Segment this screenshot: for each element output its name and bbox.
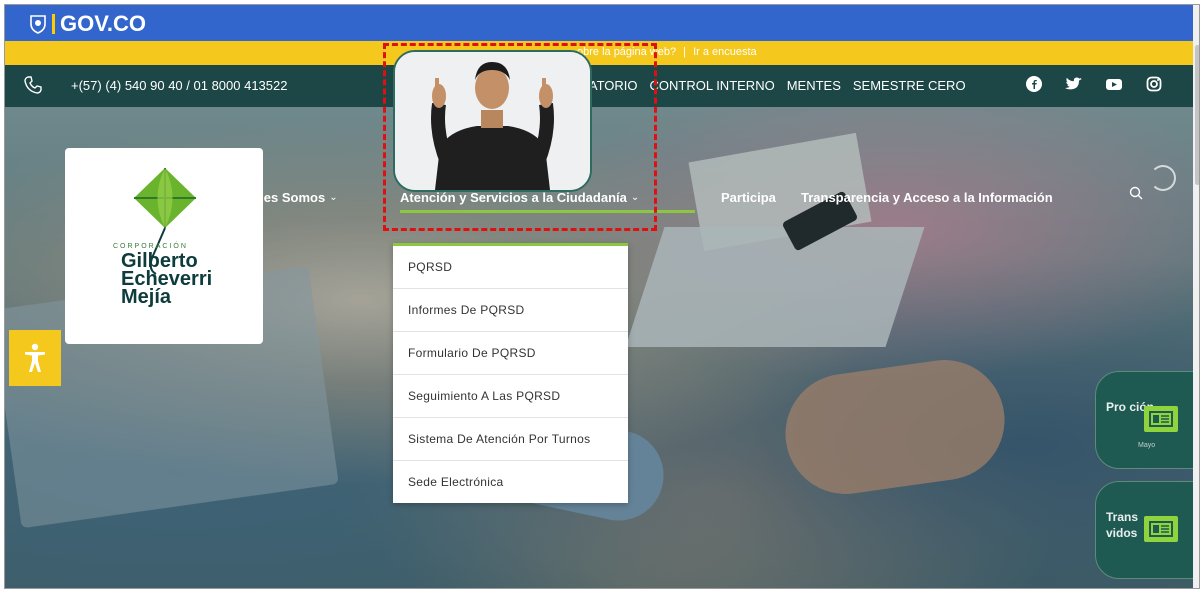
twitter-icon[interactable] xyxy=(1065,75,1083,93)
news-icon xyxy=(1144,516,1178,542)
topnav-control-interno[interactable]: CONTROL INTERNO xyxy=(650,78,775,93)
loading-spinner-icon xyxy=(1150,165,1176,191)
logo-name-line3: Mejía xyxy=(121,286,172,308)
news-icon xyxy=(1144,406,1178,432)
atencion-dropdown-menu: PQRSD Informes De PQRSD Formulario De PQ… xyxy=(393,243,628,503)
nav-transparencia-label: Transparencia y Acceso a la Información xyxy=(801,190,1053,205)
highlight-dashed-box xyxy=(383,43,657,231)
side-card-2[interactable]: Trans vidos xyxy=(1095,481,1199,579)
side-card-2-title2: vidos xyxy=(1106,526,1138,540)
gov-shield-icon xyxy=(30,15,46,34)
accessibility-button[interactable] xyxy=(9,330,61,386)
logo-corporacion: CORPORACIÓN xyxy=(113,243,188,250)
topnav-mentes[interactable]: MENTES xyxy=(787,78,841,93)
survey-link[interactable]: Ir a encuesta xyxy=(693,46,757,58)
youtube-icon[interactable] xyxy=(1105,75,1123,93)
menu-item-informes-pqrsd[interactable]: Informes De PQRSD xyxy=(393,289,628,332)
nav-participa-label: Participa xyxy=(721,190,776,205)
phone-icon xyxy=(24,76,42,94)
gov-header-bar: GOV.CO xyxy=(5,5,1193,41)
menu-item-sistema-turnos[interactable]: Sistema De Atención Por Turnos xyxy=(393,418,628,461)
menu-item-formulario-pqrsd[interactable]: Formulario De PQRSD xyxy=(393,332,628,375)
search-icon[interactable] xyxy=(1129,186,1143,205)
facebook-icon[interactable] xyxy=(1025,75,1043,93)
topnav-semestre-cero[interactable]: SEMESTRE CERO xyxy=(853,78,966,93)
nav-participa[interactable]: Participa xyxy=(721,190,776,205)
site-logo[interactable]: CORPORACIÓN Gilberto Echeverri Mejía xyxy=(65,148,263,344)
browser-viewport: GOV.CO obre la página web? | Ir a encues… xyxy=(4,4,1200,589)
chevron-down-icon: ⌄ xyxy=(329,192,338,203)
side-card-1[interactable]: Pro ción Mayo xyxy=(1095,371,1199,469)
survey-separator: | xyxy=(683,46,686,58)
menu-item-pqrsd[interactable]: PQRSD xyxy=(393,246,628,289)
gov-logo[interactable]: GOV.CO xyxy=(29,11,146,37)
side-card-2-title: Trans xyxy=(1106,510,1139,524)
instagram-icon[interactable] xyxy=(1145,75,1163,93)
nav-transparencia[interactable]: Transparencia y Acceso a la Información xyxy=(801,190,1053,205)
gov-brand-text: GOV.CO xyxy=(60,11,146,36)
accessibility-person-icon xyxy=(25,343,45,372)
menu-item-sede-electronica[interactable]: Sede Electrónica xyxy=(393,461,628,503)
gov-separator xyxy=(52,14,55,34)
menu-item-seguimiento-pqrsd[interactable]: Seguimiento A Las PQRSD xyxy=(393,375,628,418)
page-scrollbar-thumb[interactable] xyxy=(1195,45,1199,185)
contact-phone: +(57) (4) 540 90 40 / 01 8000 413522 xyxy=(71,78,288,93)
side-card-1-sub: Mayo xyxy=(1138,442,1156,449)
